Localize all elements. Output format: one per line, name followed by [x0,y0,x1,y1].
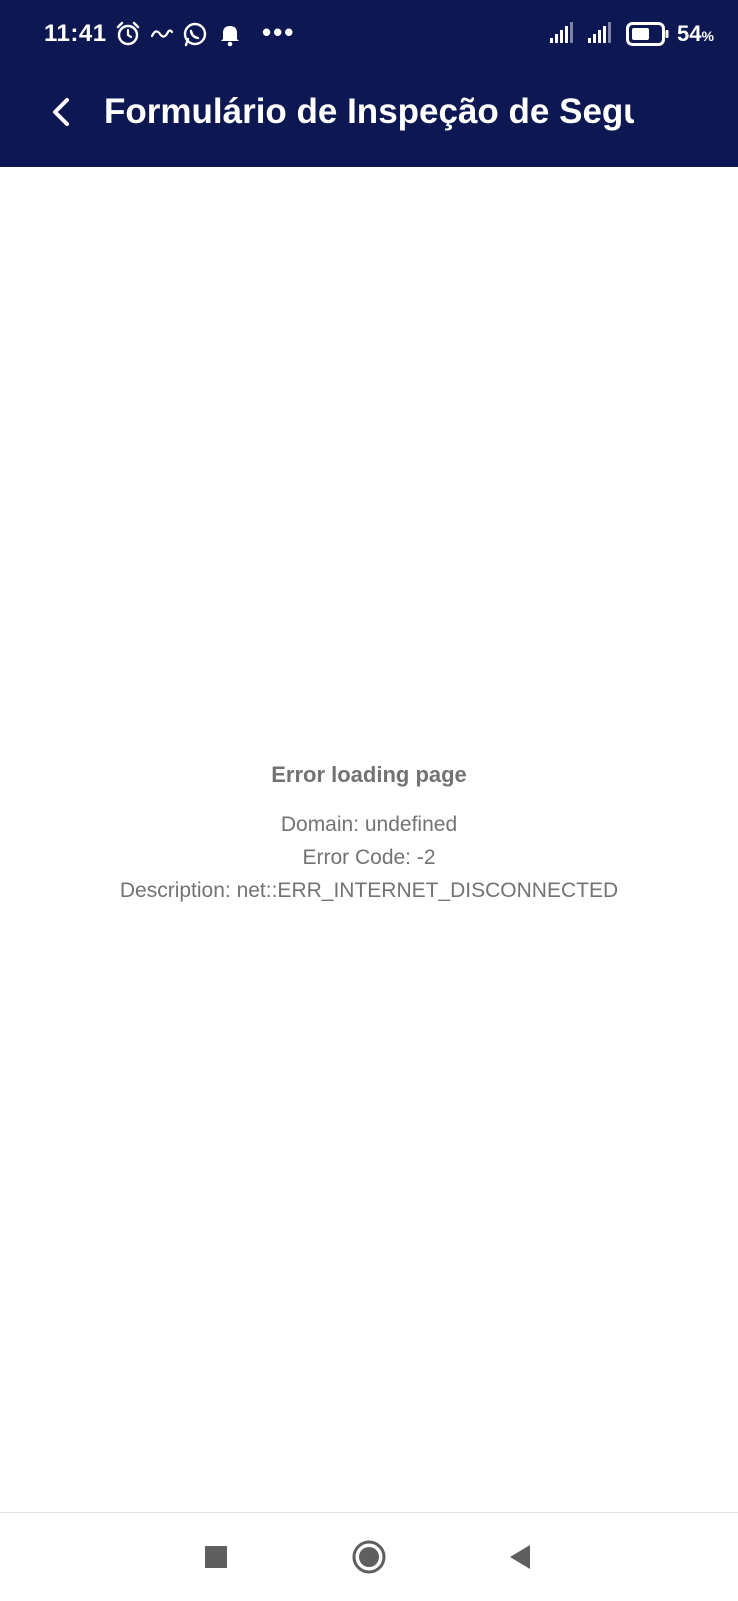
back-button[interactable] [36,86,88,138]
battery-level-unit: % [701,28,714,44]
page-title: Formulário de Inspeção de Segu… [104,92,634,131]
recents-square-icon [205,1546,227,1568]
battery-level: 54% [677,18,714,52]
operator-logo-icon [150,20,174,48]
alarm-icon [114,20,142,48]
error-code: Error Code: -2 [302,846,436,869]
battery-icon [626,22,670,46]
error-domain: Domain: undefined [280,813,458,836]
chevron-left-icon [53,98,69,126]
app-header: 11:41 ••• 54% Formulário de Inspeção de … [0,0,738,167]
home-button[interactable] [339,1527,399,1587]
home-circle-icon [352,1540,386,1574]
system-navigation-bar [0,1512,738,1601]
bell-icon [216,20,244,48]
battery-level-value: 54 [677,21,702,46]
error-message: Error loading page Domain: undefined Err… [0,760,738,907]
recents-button[interactable] [186,1527,246,1587]
whatsapp-icon [181,20,209,48]
more-notifications-icon: ••• [262,17,296,47]
system-back-button[interactable] [490,1527,550,1587]
signal-strength-icon [550,22,578,44]
toolbar: Formulário de Inspeção de Segu… [0,76,738,152]
error-description: Description: net::ERR_INTERNET_DISCONNEC… [119,879,619,902]
status-time: 11:41 [44,20,107,47]
signal-strength-sim2-icon [588,22,616,44]
back-triangle-icon [510,1545,530,1569]
status-bar: 11:41 ••• 54% [0,0,738,68]
error-title: Error loading page [271,762,467,787]
